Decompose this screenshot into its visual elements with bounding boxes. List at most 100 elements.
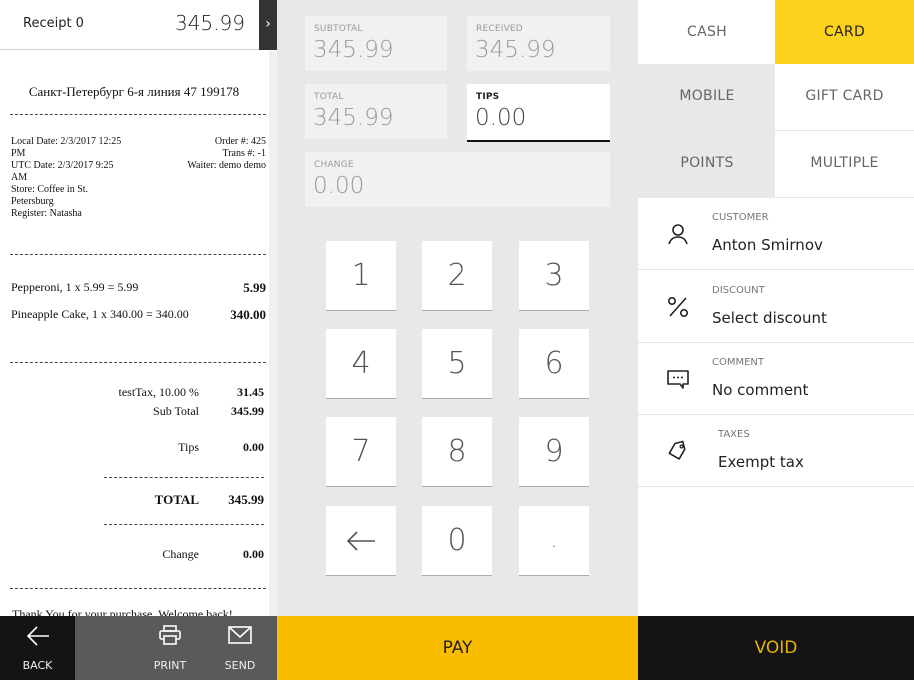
total-value: 345.99 xyxy=(228,492,264,507)
arrow-left-icon xyxy=(0,624,75,648)
trans-number: Trans #: -1 xyxy=(222,148,266,159)
payment-options-panel: CASH CARD MOBILE GIFT CARD POINTS MULTIP… xyxy=(638,0,914,616)
divider xyxy=(104,524,264,525)
meta-line: Local Date: 2/3/2017 12:25 xyxy=(11,136,122,147)
taxes-option[interactable]: TAXES Exempt tax xyxy=(638,415,914,487)
discount-value: Select discount xyxy=(712,309,827,327)
method-card[interactable]: CARD xyxy=(775,0,914,64)
divider xyxy=(10,362,266,363)
item-amount: 5.99 xyxy=(243,280,266,295)
customer-option[interactable]: CUSTOMER Anton Smirnov xyxy=(638,198,914,270)
meta-line: PM xyxy=(11,148,26,159)
tips-value: 0.00 xyxy=(475,105,527,131)
tax-value: 31.45 xyxy=(237,385,264,399)
customer-value: Anton Smirnov xyxy=(712,236,823,254)
send-label: SEND xyxy=(224,659,256,672)
pay-button[interactable]: PAY xyxy=(277,616,638,680)
divider xyxy=(10,254,266,255)
waiter: Waiter: demo demo xyxy=(187,160,266,171)
thank-you-message: Thank You for your purchase. Welcome bac… xyxy=(12,607,233,616)
taxes-caption: TAXES xyxy=(718,429,750,440)
tag-icon xyxy=(666,439,690,463)
tips-caption: TIPS xyxy=(476,92,500,102)
total-label: TOTAL xyxy=(154,492,199,507)
receipt-amount: 345.99 xyxy=(175,11,245,35)
received-value: 345.99 xyxy=(475,37,556,63)
method-mobile[interactable]: MOBILE xyxy=(638,64,776,131)
method-multiple[interactable]: MULTIPLE xyxy=(775,131,914,198)
chevron-right-icon[interactable]: › xyxy=(259,0,277,50)
void-button[interactable]: VOID xyxy=(638,616,914,680)
subtotal-label: Sub Total xyxy=(153,404,199,418)
meta-line: Register: Natasha xyxy=(11,208,82,219)
receipt-line-item: Pineapple Cake, 1 x 340.00 = 340.00 340.… xyxy=(11,307,266,322)
meta-line: Store: Coffee in St. xyxy=(11,184,89,195)
key-6[interactable]: 6 xyxy=(519,329,589,399)
comment-icon xyxy=(666,367,690,391)
receipt-preview: Санкт-Петербург 6-я линия 47 199178 Loca… xyxy=(0,51,277,616)
tips-label: Tips xyxy=(178,440,199,454)
key-3[interactable]: 3 xyxy=(519,241,589,311)
total-field: TOTAL 345.99 xyxy=(305,84,447,139)
item-name: Pepperoni, 1 x 5.99 = 5.99 xyxy=(11,280,139,294)
discount-option[interactable]: DISCOUNT Select discount xyxy=(638,271,914,343)
divider xyxy=(104,477,264,478)
change-value: 0.00 xyxy=(243,547,264,561)
send-button[interactable]: SEND xyxy=(210,616,270,680)
discount-caption: DISCOUNT xyxy=(712,285,765,296)
percent-icon xyxy=(666,295,690,319)
key-5[interactable]: 5 xyxy=(422,329,492,399)
item-amount: 340.00 xyxy=(230,307,266,322)
payment-entry-panel: SUBTOTAL 345.99 RECEIVED 345.99 TOTAL 34… xyxy=(277,0,638,616)
change-label: Change xyxy=(162,547,199,561)
back-button[interactable]: BACK xyxy=(0,616,75,680)
printer-icon xyxy=(140,624,200,648)
key-7[interactable]: 7 xyxy=(326,417,396,487)
subtotal-value: 345.99 xyxy=(313,37,394,63)
person-icon xyxy=(666,222,690,246)
receipt-line-item: Pepperoni, 1 x 5.99 = 5.99 5.99 xyxy=(11,280,266,295)
subtotal-value: 345.99 xyxy=(231,404,264,418)
comment-caption: COMMENT xyxy=(712,357,765,368)
change-value: 0.00 xyxy=(313,173,365,199)
key-4[interactable]: 4 xyxy=(326,329,396,399)
received-field[interactable]: RECEIVED 345.99 xyxy=(467,16,610,71)
change-caption: CHANGE xyxy=(314,160,354,170)
method-points[interactable]: POINTS xyxy=(638,131,776,198)
key-1[interactable]: 1 xyxy=(326,241,396,311)
key-decimal[interactable]: . xyxy=(519,506,589,576)
item-name: Pineapple Cake, 1 x 340.00 = 340.00 xyxy=(11,307,189,321)
key-backspace[interactable] xyxy=(326,506,396,576)
back-label: BACK xyxy=(22,659,53,672)
store-address: Санкт-Петербург 6-я линия 47 199178 xyxy=(28,84,240,99)
receipt-action-bar: BACK PRINT SEND xyxy=(0,616,277,680)
method-cash[interactable]: CASH xyxy=(638,0,776,66)
arrow-left-icon xyxy=(346,531,375,551)
change-field: CHANGE 0.00 xyxy=(305,152,610,207)
tips-value: 0.00 xyxy=(243,440,264,454)
received-caption: RECEIVED xyxy=(476,24,523,34)
comment-option[interactable]: COMMENT No comment xyxy=(638,343,914,415)
meta-line: AM xyxy=(11,172,28,183)
tips-input[interactable]: TIPS 0.00 xyxy=(467,84,610,142)
subtotal-field: SUBTOTAL 345.99 xyxy=(305,16,447,71)
meta-line: UTC Date: 2/3/2017 9:25 xyxy=(11,160,114,171)
customer-caption: CUSTOMER xyxy=(712,212,769,223)
comment-value: No comment xyxy=(712,381,809,399)
meta-line: Petersburg xyxy=(11,196,54,207)
total-value: 345.99 xyxy=(313,105,394,131)
key-2[interactable]: 2 xyxy=(422,241,492,311)
tax-label: testTax, 10.00 % xyxy=(118,385,199,399)
subtotal-caption: SUBTOTAL xyxy=(314,24,363,34)
envelope-icon xyxy=(210,624,270,648)
method-gift-card[interactable]: GIFT CARD xyxy=(775,64,914,131)
receipt-label: Receipt 0 xyxy=(23,16,84,31)
key-0[interactable]: 0 xyxy=(422,506,492,576)
receipt-scrollbar[interactable] xyxy=(269,51,277,616)
key-8[interactable]: 8 xyxy=(422,417,492,487)
receipt-header[interactable]: Receipt 0 345.99 › xyxy=(0,0,277,50)
key-9[interactable]: 9 xyxy=(519,417,589,487)
print-label: PRINT xyxy=(153,659,187,672)
print-button[interactable]: PRINT xyxy=(140,616,200,680)
order-number: Order #: 425 xyxy=(214,136,266,147)
